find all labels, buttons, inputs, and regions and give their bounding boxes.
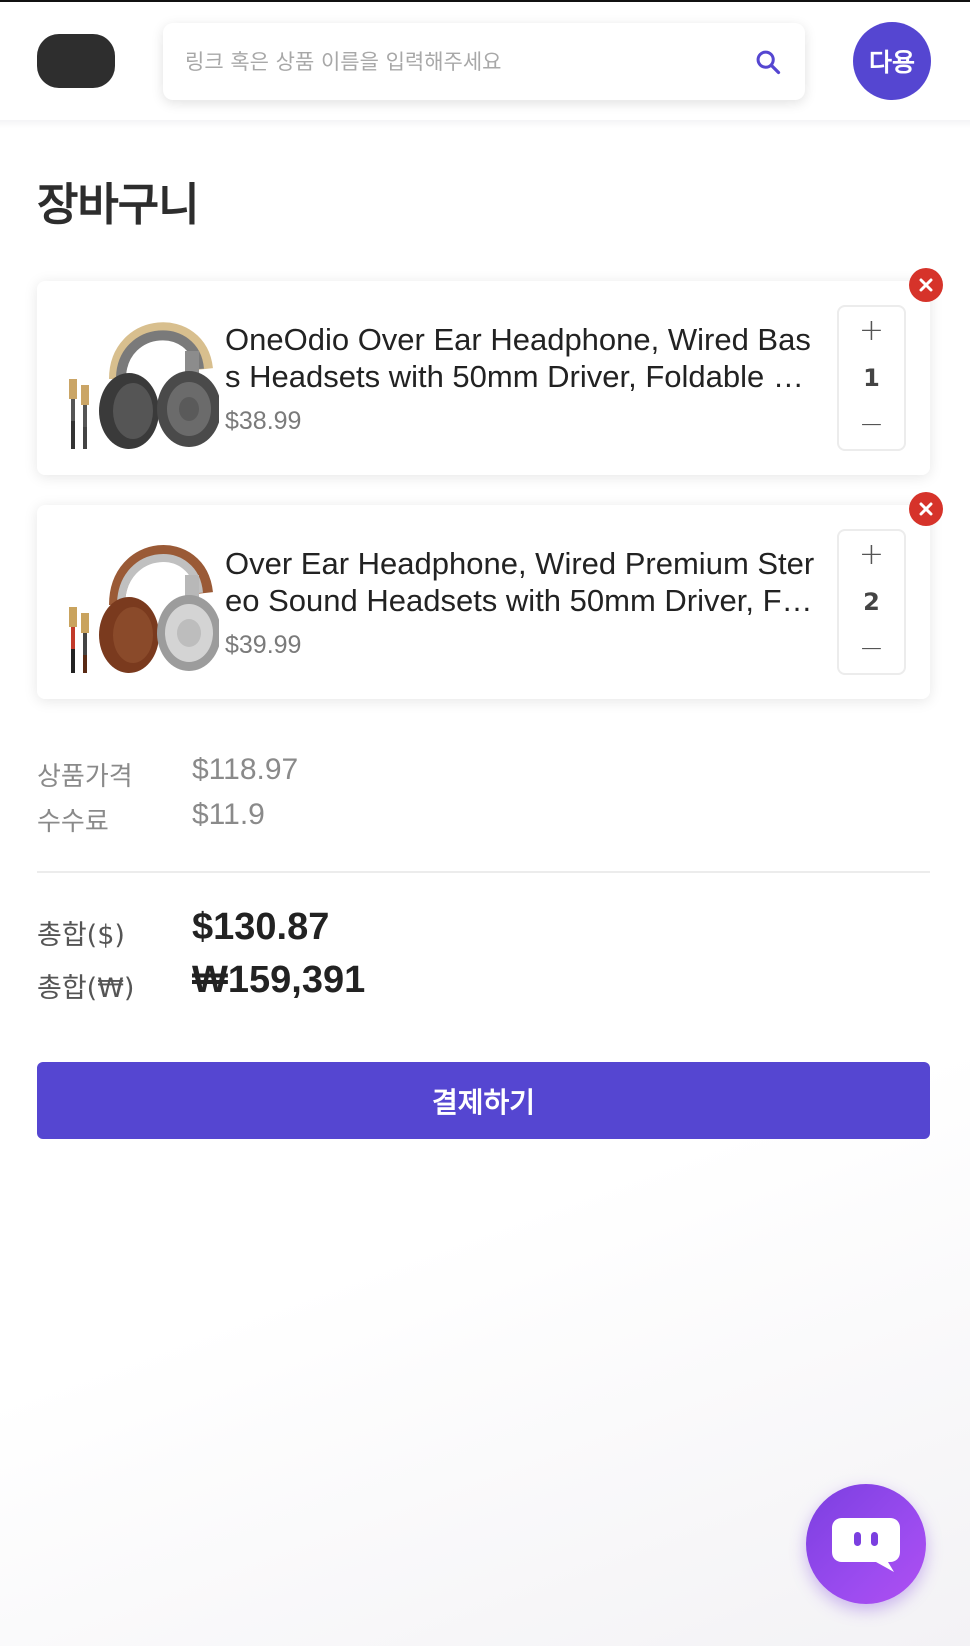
search-input[interactable] [185, 49, 743, 74]
quantity-value: 2 [863, 588, 880, 616]
decrease-quantity-button[interactable]: − [859, 633, 884, 665]
product-title-text: Over Ear Headphone, Wired Premium Ster e… [225, 546, 815, 618]
total-krw-label: 총합(₩) [37, 973, 135, 1004]
app-header: 다용 [0, 0, 970, 122]
product-title[interactable]: Over Ear Headphone, Wired Premium Ster e… [225, 545, 815, 625]
total-usd-label: 총합($) [37, 920, 125, 951]
quantity-stepper: + 2 − [837, 529, 906, 675]
product-price-value: $118.97 [192, 753, 299, 786]
avatar[interactable]: 다용 [853, 22, 931, 100]
divider [37, 871, 930, 873]
total-usd-value: $130.87 [192, 906, 330, 948]
close-icon [919, 502, 933, 516]
remove-item-button[interactable] [909, 268, 943, 302]
remove-item-button[interactable] [909, 492, 943, 526]
close-icon [919, 278, 933, 292]
cart-item: Over Ear Headphone, Wired Premium Ster e… [37, 505, 930, 699]
chat-button[interactable] [806, 1484, 926, 1604]
product-title[interactable]: OneOdio Over Ear Headphone, Wired Bas s … [225, 321, 815, 401]
product-image[interactable] [59, 299, 221, 459]
product-price-label: 상품가격 [37, 762, 133, 792]
fee-label: 수수료 [37, 807, 109, 837]
increase-quantity-button[interactable]: + [859, 539, 884, 571]
page-title: 장바구니 [37, 178, 200, 231]
header-shadow [0, 120, 970, 128]
quantity-value: 1 [863, 364, 880, 392]
quantity-stepper: + 1 − [837, 305, 906, 451]
cart-item: OneOdio Over Ear Headphone, Wired Bas s … [37, 281, 930, 475]
total-krw-value: ₩159,391 [192, 959, 366, 1001]
product-image[interactable] [59, 523, 221, 683]
product-title-text: OneOdio Over Ear Headphone, Wired Bas s … [225, 322, 811, 394]
product-price: $38.99 [225, 407, 308, 436]
search-bar [163, 23, 805, 100]
increase-quantity-button[interactable]: + [859, 315, 884, 347]
logo[interactable] [37, 34, 115, 88]
fee-value: $11.9 [192, 798, 265, 831]
product-price: $39.99 [225, 631, 308, 660]
decrease-quantity-button[interactable]: − [859, 409, 884, 441]
checkout-button[interactable]: 결제하기 [37, 1062, 930, 1139]
search-icon[interactable] [753, 47, 783, 77]
chat-icon [832, 1518, 900, 1572]
